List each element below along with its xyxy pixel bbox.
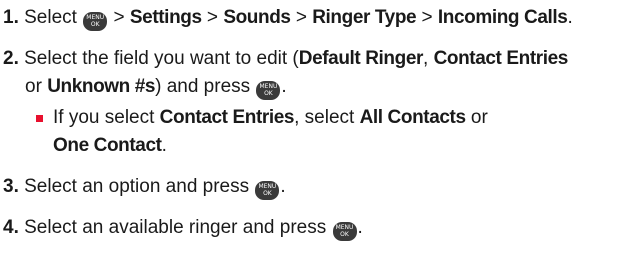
sub-step-bullet: If you select Contact Entries, select Al… xyxy=(3,104,629,160)
step-text: Select the field you want to edit ( xyxy=(18,48,299,69)
step-number: 4. xyxy=(3,217,19,238)
menu-ok-key-icon: MENU OK xyxy=(332,222,357,241)
red-bullet-icon xyxy=(36,115,43,122)
menu-path-sounds: Sounds xyxy=(223,7,291,28)
option-unknown-numbers: Unknown #s xyxy=(47,76,156,97)
option-default-ringer: Default Ringer xyxy=(298,48,424,69)
menu-path-incoming-calls: Incoming Calls xyxy=(437,7,568,28)
menu-ok-key-icon: MENU OK xyxy=(256,81,281,100)
step-number: 2. xyxy=(3,48,19,69)
step-text: Select xyxy=(18,7,83,28)
option-one-contact: One Contact xyxy=(53,135,162,156)
step-2: 2. Select the field you want to edit (De… xyxy=(3,45,629,101)
option-contact-entries: Contact Entries xyxy=(433,48,569,69)
step-1: 1. Select MENU OK > Settings > Sounds > R… xyxy=(3,4,629,32)
step-number: 1. xyxy=(3,7,19,28)
step-4: 4. Select an available ringer and press … xyxy=(3,214,629,242)
step-3: 3. Select an option and press MENU OK. xyxy=(3,173,629,201)
menu-ok-key-icon: MENU OK xyxy=(255,181,280,200)
step-text: Select an available ringer and press xyxy=(18,217,332,238)
menu-path-ringer-type: Ringer Type xyxy=(312,7,417,28)
step-text: Select an option and press xyxy=(18,176,255,197)
instruction-list: 1. Select MENU OK > Settings > Sounds > R… xyxy=(3,4,629,255)
step-number: 3. xyxy=(3,176,19,197)
option-all-contacts: All Contacts xyxy=(359,107,466,128)
menu-path-settings: Settings xyxy=(129,7,202,28)
option-contact-entries: Contact Entries xyxy=(159,107,295,128)
menu-ok-key-icon: MENU OK xyxy=(83,12,108,31)
